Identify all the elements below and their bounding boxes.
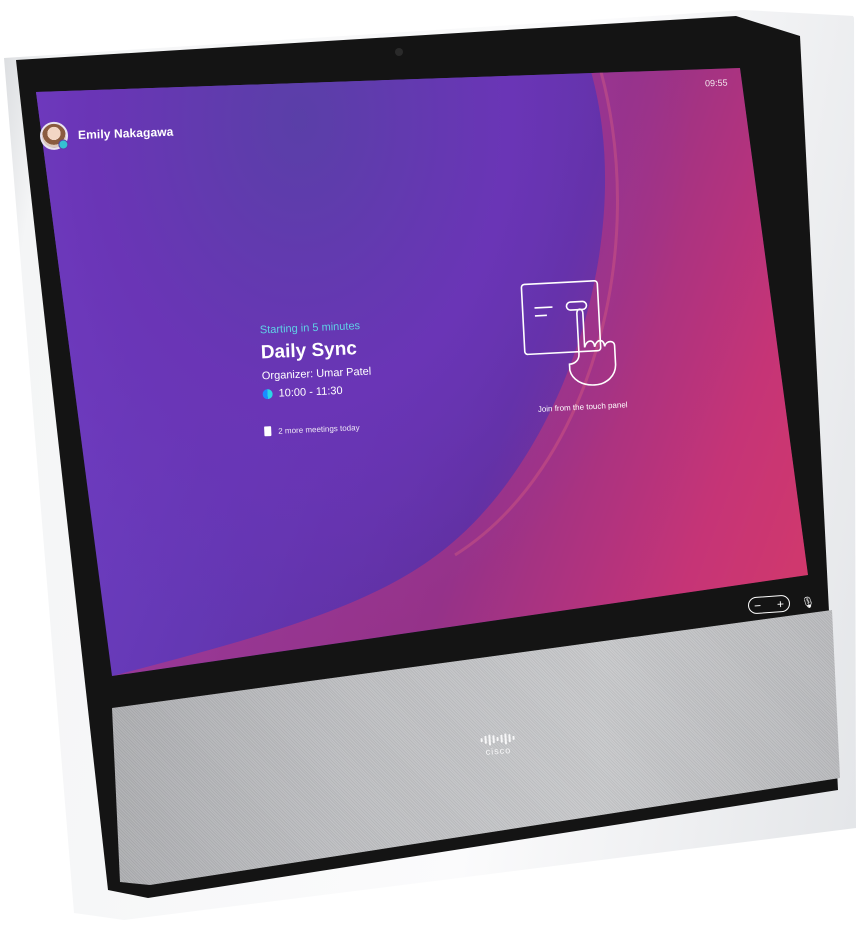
clock: 09:55 bbox=[704, 77, 728, 89]
meeting-time: 10:00 - 11:30 bbox=[278, 384, 343, 400]
more-meetings-row[interactable]: 2 more meetings today bbox=[264, 422, 374, 437]
avatar bbox=[39, 121, 69, 151]
volume-control[interactable]: − + bbox=[747, 594, 791, 615]
meeting-title: Daily Sync bbox=[260, 338, 358, 364]
touch-panel-icon bbox=[520, 280, 617, 386]
cisco-logo: cisco bbox=[477, 732, 519, 758]
meeting-status: Starting in 5 minutes bbox=[259, 320, 361, 337]
calendar-icon bbox=[264, 426, 272, 437]
volume-up-button[interactable]: + bbox=[776, 596, 784, 610]
touch-hint-label: Join from the touch panel bbox=[537, 400, 628, 414]
user-name: Emily Nakagawa bbox=[77, 124, 174, 142]
microphone-icon[interactable]: 🎙 bbox=[801, 596, 816, 610]
meeting-card[interactable]: Starting in 5 minutes Daily Sync Organiz… bbox=[260, 320, 374, 437]
meeting-organizer: Organizer: Umar Patel bbox=[261, 365, 372, 383]
volume-down-button[interactable]: − bbox=[754, 598, 762, 612]
touch-hint: Join from the touch panel bbox=[515, 265, 632, 414]
webex-icon bbox=[262, 388, 273, 400]
screen-ui: Emily Nakagawa 09:55 Starting in 5 minut… bbox=[0, 0, 860, 929]
status-indicator bbox=[58, 139, 69, 150]
user-profile[interactable]: Emily Nakagawa bbox=[39, 118, 174, 151]
more-meetings: 2 more meetings today bbox=[278, 422, 360, 436]
meeting-time-row: 10:00 - 11:30 bbox=[262, 384, 372, 401]
device: Emily Nakagawa 09:55 Starting in 5 minut… bbox=[0, 0, 860, 929]
